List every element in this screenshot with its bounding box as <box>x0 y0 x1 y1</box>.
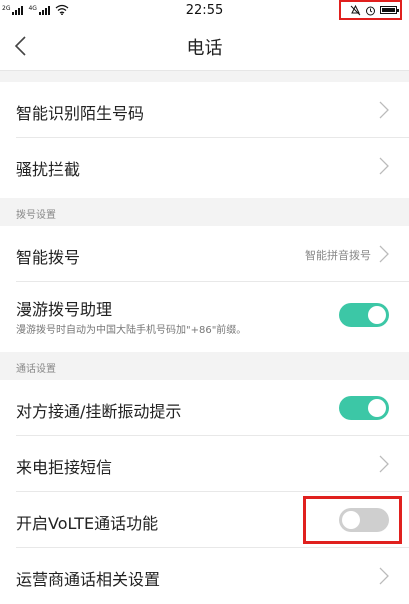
list-item-vibrate-notice: 对方接通/挂断振动提示 <box>0 380 409 436</box>
list-item-label: 对方接通/挂断振动提示 <box>16 402 182 421</box>
section-header-call-settings: 通话设置 <box>0 352 409 380</box>
list-item-label: 来电拒接短信 <box>16 458 113 477</box>
chevron-right-icon <box>379 101 389 119</box>
list-item-label: 骚扰拦截 <box>16 160 81 179</box>
title-bar: 电话 <box>0 22 409 70</box>
list-item-roaming-assistant: 漫游拨号助理 漫游拨号时自动为中国大陆手机号码加"+86"前缀。 <box>0 282 409 348</box>
header-divider <box>0 70 409 82</box>
list-item-carrier-settings[interactable]: 运营商通话相关设置 <box>0 548 409 604</box>
chevron-right-icon <box>379 245 389 263</box>
status-right-icons-highlight <box>339 0 402 20</box>
list-item-subtitle: 漫游拨号时自动为中国大陆手机号码加"+86"前缀。 <box>16 325 247 336</box>
roaming-assistant-toggle[interactable] <box>339 303 389 327</box>
list-item-harassment-block[interactable]: 骚扰拦截 <box>0 138 409 194</box>
list-item-reject-sms[interactable]: 来电拒接短信 <box>0 436 409 492</box>
list-item-label: 运营商通话相关设置 <box>16 570 161 589</box>
list-item-label: 智能识别陌生号码 <box>16 104 145 123</box>
smart-dial-value: 智能拼音拨号 <box>305 249 371 262</box>
list-item-label: 开启VoLTE通话功能 <box>16 514 159 533</box>
vibrate-notice-toggle[interactable] <box>339 396 389 420</box>
battery-icon <box>380 6 399 14</box>
chevron-right-icon <box>379 455 389 473</box>
list-item-smart-dial[interactable]: 智能拨号 智能拼音拨号 <box>0 226 409 282</box>
alarm-icon <box>366 6 375 15</box>
section-header-label: 拨号设置 <box>16 210 56 221</box>
mute-icon <box>350 4 361 15</box>
list-item-volte: 开启VoLTE通话功能 <box>0 492 409 548</box>
list-item-label: 漫游拨号助理 <box>16 300 113 319</box>
page-title: 电话 <box>186 38 223 59</box>
status-bar: 2G 4G 22:55 <box>0 0 409 22</box>
list-item-smart-identify[interactable]: 智能识别陌生号码 <box>0 82 409 138</box>
list-item-label: 智能拨号 <box>16 248 81 267</box>
volte-toggle[interactable] <box>339 508 389 532</box>
section-header-dial-settings: 拨号设置 <box>0 198 409 226</box>
chevron-right-icon <box>379 157 389 175</box>
chevron-right-icon <box>379 567 389 585</box>
section-header-label: 通话设置 <box>16 364 56 375</box>
